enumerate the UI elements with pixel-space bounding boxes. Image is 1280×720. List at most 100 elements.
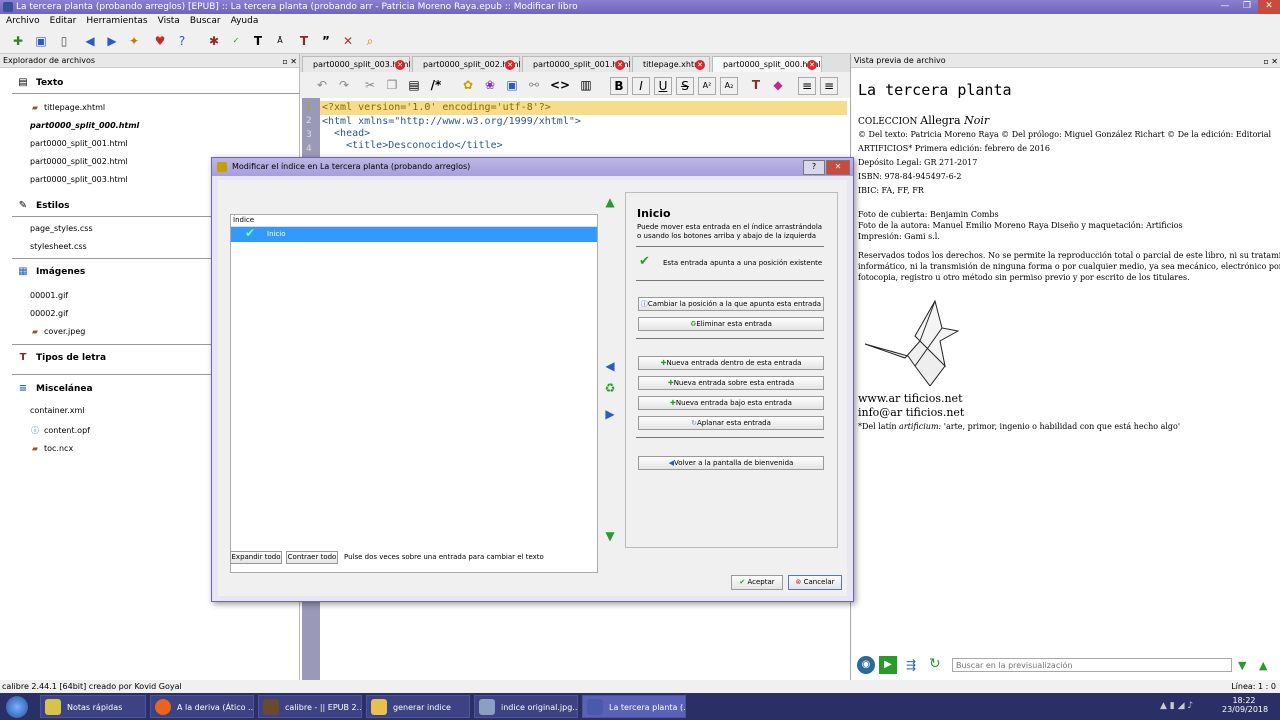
tab-split-002[interactable]: part0000_split_002.html ✕: [412, 56, 521, 72]
tag-icon[interactable]: <>: [550, 77, 570, 93]
menu-archivo[interactable]: Archivo: [6, 14, 40, 28]
file-item[interactable]: ▰ cover.jpeg: [30, 327, 85, 336]
flower-icon[interactable]: ❀: [482, 77, 498, 93]
reload-icon[interactable]: ↻: [929, 656, 941, 672]
new-entry-inside-button[interactable]: ✚Nueva entrada dentro de esta entrada: [638, 356, 824, 370]
toc-tree-item-inicio[interactable]: ✔ Inicio: [231, 226, 597, 242]
cut-icon[interactable]: ✂: [362, 77, 378, 93]
redo-icon[interactable]: ↷: [336, 77, 352, 93]
file-item[interactable]: 00002.gif: [30, 309, 68, 318]
close-tab-icon[interactable]: ✕: [695, 60, 705, 70]
close-tab-icon[interactable]: ✕: [615, 60, 625, 70]
tray-icons[interactable]: ▲ ▮ ◢ ♪: [1160, 701, 1193, 711]
change-position-button[interactable]: ⓘCambiar la posición a la que apunta est…: [638, 297, 824, 311]
bold-icon[interactable]: B: [610, 77, 628, 95]
close-window-button[interactable]: ✕: [1258, 0, 1280, 14]
minimize-button[interactable]: —: [1214, 0, 1236, 14]
move-up-icon[interactable]: ▲: [601, 194, 619, 210]
toc-tree[interactable]: Índice ✔ Inicio: [230, 214, 598, 573]
link-icon[interactable]: ⚯: [526, 77, 542, 93]
dialog-help-button[interactable]: ?: [803, 160, 825, 175]
new-entry-above-button[interactable]: ✚Nueva entrada sobre esta entrada: [638, 376, 824, 390]
file-item[interactable]: ▰ titlepage.xhtml: [30, 103, 105, 112]
file-item[interactable]: part0000_split_001.html: [30, 139, 128, 148]
collapse-all-button[interactable]: Contraer todo: [286, 551, 338, 564]
help-icon[interactable]: ?: [174, 33, 190, 49]
subscript-icon[interactable]: A₂: [720, 77, 738, 95]
image-insert-icon[interactable]: ▣: [504, 77, 520, 93]
play-icon[interactable]: ▶: [879, 656, 897, 674]
remove-icon[interactable]: ✕: [340, 33, 356, 49]
refresh-preview-icon[interactable]: ◉: [857, 656, 875, 674]
file-item[interactable]: 00001.gif: [30, 291, 68, 300]
menu-vista[interactable]: Vista: [158, 14, 180, 28]
superscript-icon[interactable]: A²: [698, 77, 716, 95]
flatten-entry-button[interactable]: ↻Aplanar esta entrada: [638, 416, 824, 430]
forward-icon[interactable]: ▶: [104, 33, 120, 49]
columns-icon[interactable]: ▥: [578, 77, 594, 93]
close-tab-icon[interactable]: ✕: [807, 60, 817, 70]
background-color-icon[interactable]: ◆: [770, 77, 786, 93]
char-icon[interactable]: Ā: [272, 33, 288, 49]
paste-icon[interactable]: ▤: [406, 77, 422, 93]
task-calibre[interactable]: calibre - || EPUB 2...: [258, 695, 362, 718]
file-item[interactable]: ⓘ content.opf: [30, 425, 90, 436]
strike-icon[interactable]: S: [676, 77, 694, 95]
task-firefox[interactable]: A la deriva (Ático ...: [150, 695, 254, 718]
tab-titlepage[interactable]: titlepage.xhtml ✕: [632, 56, 710, 72]
task-editor[interactable]: La tercera planta (...: [582, 695, 686, 718]
comment-icon[interactable]: /*: [428, 77, 444, 93]
save-icon[interactable]: ▣: [33, 33, 49, 49]
search-icon[interactable]: ⌕: [362, 33, 378, 49]
tab-split-001[interactable]: part0000_split_001.html ✕: [522, 56, 631, 72]
back-to-welcome-button[interactable]: ◀Volver a la pantalla de bienvenida: [638, 456, 824, 470]
menu-editar[interactable]: Editar: [50, 14, 77, 28]
align-center-icon[interactable]: ≡: [820, 77, 838, 95]
file-item[interactable]: part0000_split_003.html: [30, 175, 128, 184]
underline-icon[interactable]: U: [654, 77, 672, 95]
copy-icon[interactable]: ❐: [384, 77, 400, 93]
file-item[interactable]: part0000_split_000.html: [30, 121, 139, 130]
task-image-viewer[interactable]: indice original.jpg...: [474, 695, 578, 718]
preview-search-input[interactable]: [952, 658, 1232, 672]
heart-icon[interactable]: ♥: [152, 33, 168, 49]
text-color-icon[interactable]: T: [748, 77, 764, 93]
file-item[interactable]: container.xml: [30, 406, 84, 415]
tab-split-003[interactable]: part0000_split_003.html ✕: [302, 56, 411, 72]
file-item[interactable]: ▰ toc.ncx: [30, 444, 73, 453]
spellcheck-icon[interactable]: ✓: [228, 33, 244, 49]
menu-ayuda[interactable]: Ayuda: [231, 14, 259, 28]
panel-controls[interactable]: ▫ ✕: [1263, 55, 1278, 68]
task-folder[interactable]: generar indice: [366, 695, 470, 718]
file-item[interactable]: stylesheet.css: [30, 242, 87, 251]
undo-icon[interactable]: ↶: [314, 77, 330, 93]
font-icon[interactable]: T: [296, 33, 312, 49]
file-item[interactable]: page_styles.css: [30, 224, 93, 233]
file-item[interactable]: part0000_split_002.html: [30, 157, 128, 166]
task-notas-rapidas[interactable]: Notas rápidas: [40, 695, 146, 718]
dialog-close-button[interactable]: ✕: [826, 160, 850, 175]
menu-buscar[interactable]: Buscar: [190, 14, 221, 28]
search-next-icon[interactable]: ▼: [1238, 659, 1246, 672]
recycle-icon[interactable]: ♻: [601, 380, 619, 396]
text-icon[interactable]: T: [250, 33, 266, 49]
maximize-button[interactable]: ❐: [1236, 0, 1258, 14]
quotes-icon[interactable]: ”: [318, 33, 334, 49]
clock[interactable]: 18:22 23/09/2018: [1222, 696, 1268, 714]
delete-entry-button[interactable]: ♻Eliminar esta entrada: [638, 317, 824, 331]
bug-icon[interactable]: ✱: [206, 33, 222, 49]
search-prev-icon[interactable]: ▲: [1259, 659, 1267, 672]
close-tab-icon[interactable]: ✕: [395, 60, 405, 70]
expand-all-button[interactable]: Expandir todo: [230, 551, 282, 564]
align-left-icon[interactable]: ≡: [798, 77, 816, 95]
sync-icon[interactable]: ⇶: [906, 658, 916, 672]
tab-split-000[interactable]: part0000_split_000.html ✕: [712, 56, 822, 72]
move-down-icon[interactable]: ▼: [601, 528, 619, 544]
checkpoint-icon[interactable]: ▯: [56, 33, 72, 49]
close-tab-icon[interactable]: ✕: [505, 60, 515, 70]
italic-icon[interactable]: I: [632, 77, 650, 95]
back-icon[interactable]: ◀: [82, 33, 98, 49]
magic-wand-icon[interactable]: ✦: [126, 33, 142, 49]
indent-right-icon[interactable]: ▶: [601, 406, 619, 422]
new-file-icon[interactable]: ✚: [10, 33, 26, 49]
